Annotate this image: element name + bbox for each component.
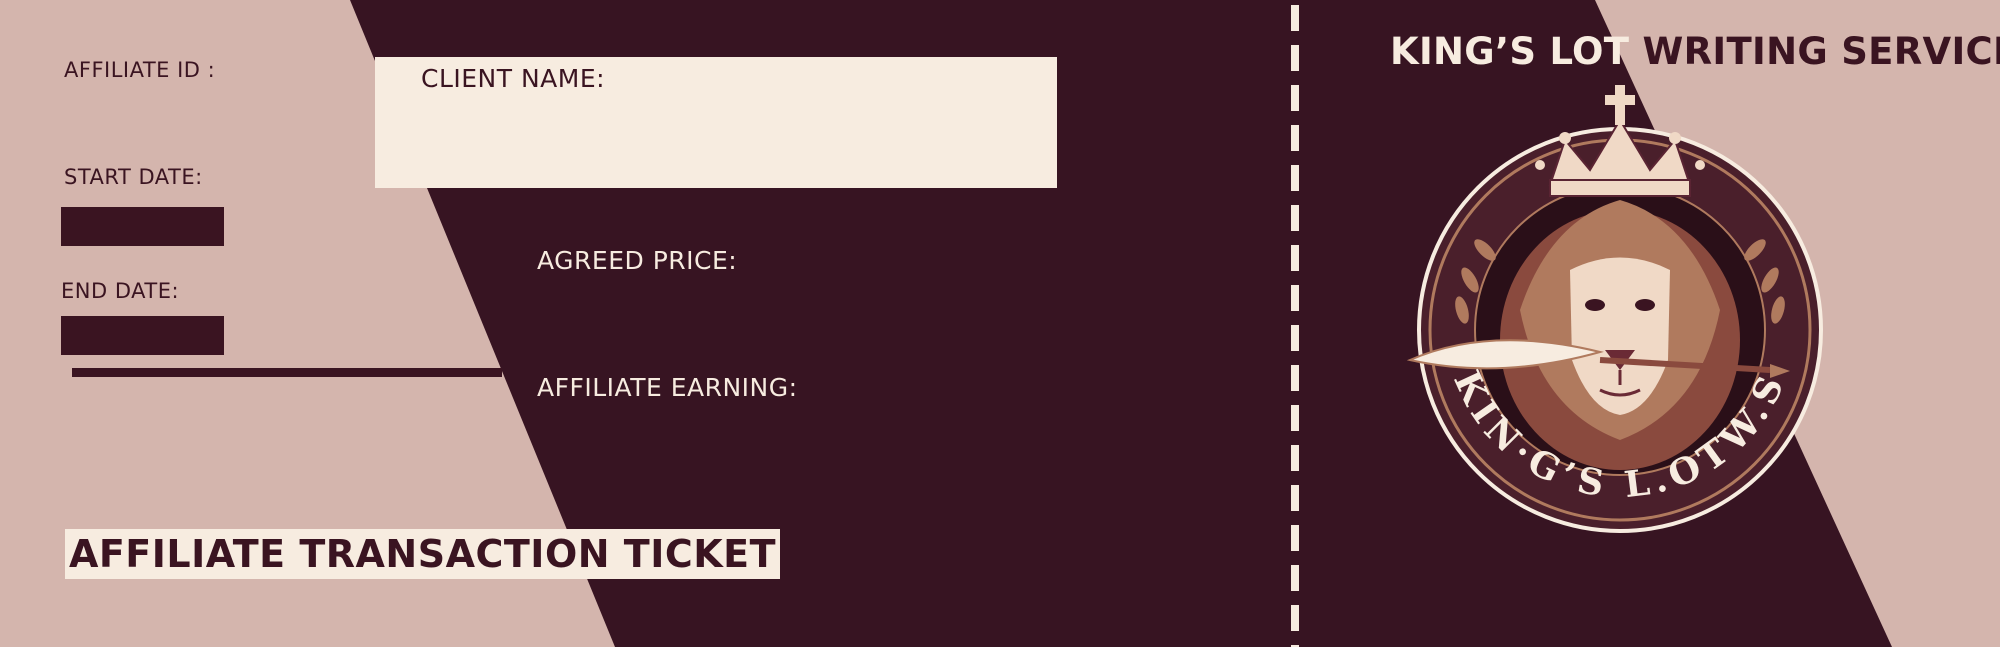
brand-title-part1: KING’S LOT <box>1390 30 1643 73</box>
end-date-label: END DATE: <box>61 279 180 303</box>
agreed-price-label: AGREED PRICE: <box>537 246 738 275</box>
end-date-field[interactable] <box>61 316 224 355</box>
affiliate-ticket: AFFILIATE ID : START DATE: END DATE: CLI… <box>0 0 2000 647</box>
brand-title: KING’S LOT WRITING SERVICE <box>1390 30 2000 73</box>
lion-crest-icon: KIN·G’S L.OTW.S <box>1406 85 1823 533</box>
ticket-title-box: AFFILIATE TRANSACTION TICKET <box>65 529 780 579</box>
start-date-field[interactable] <box>61 207 224 246</box>
affiliate-earning-label: AFFILIATE EARNING: <box>537 373 798 402</box>
client-name-label: CLIENT NAME: <box>421 64 606 93</box>
brand-title-part2: WRITING SERVICE <box>1642 30 2000 73</box>
ticket-title: AFFILIATE TRANSACTION TICKET <box>68 532 777 576</box>
affiliate-id-label: AFFILIATE ID : <box>64 58 216 82</box>
start-date-label: START DATE: <box>64 165 203 189</box>
divider-rule <box>72 368 502 377</box>
